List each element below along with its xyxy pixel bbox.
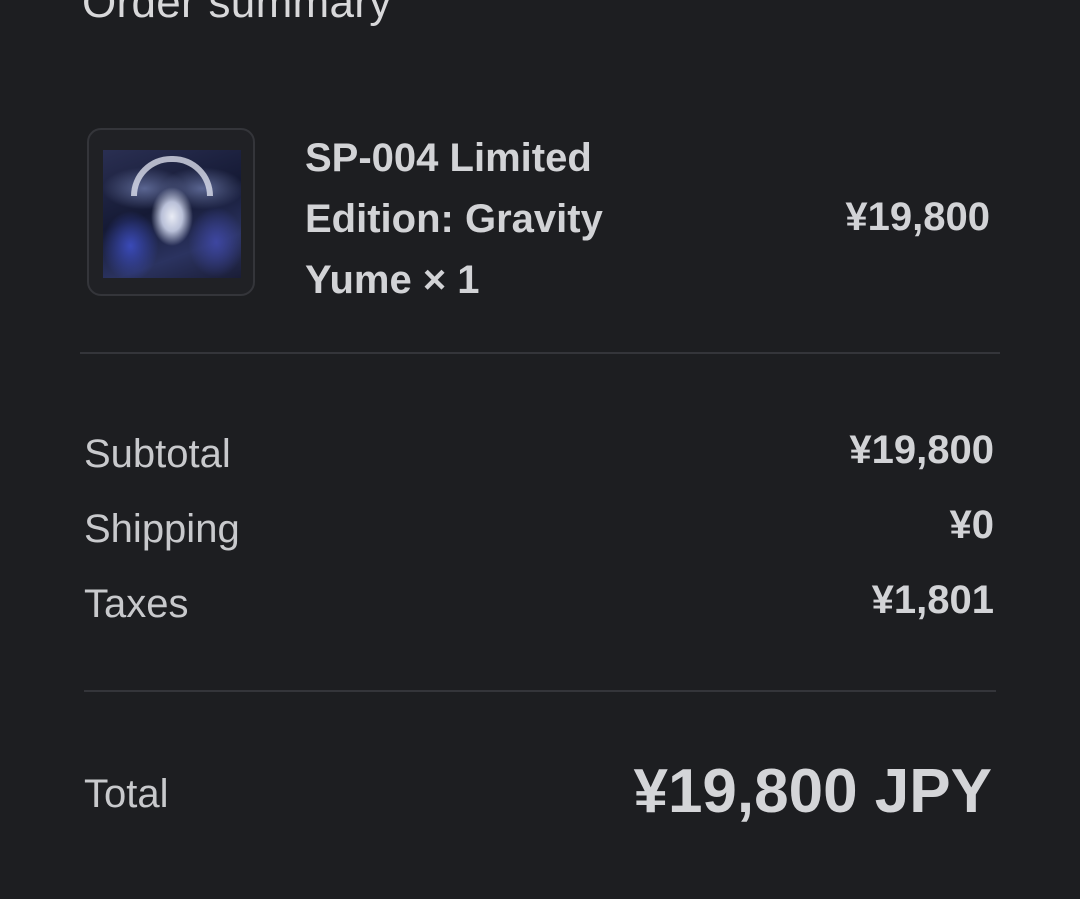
shipping-label: Shipping	[84, 507, 240, 551]
taxes-value: ¥1,801	[871, 578, 994, 622]
product-image	[103, 150, 241, 278]
subtotal-label: Subtotal	[84, 432, 231, 476]
shipping-value: ¥0	[949, 503, 995, 547]
divider	[84, 690, 996, 692]
taxes-label: Taxes	[84, 582, 189, 626]
subtotal-value: ¥19,800	[849, 428, 994, 472]
total-value: ¥19,800 JPY	[633, 757, 992, 826]
page-title: Order summary	[82, 0, 392, 27]
product-name: SP-004 Limited Edition: Gravity Yume × 1	[305, 136, 603, 302]
product-thumbnail	[87, 128, 255, 296]
total-label: Total	[84, 772, 169, 816]
divider	[80, 352, 1000, 354]
order-summary-panel: Order summary SP-004 Limited Edition: Gr…	[0, 0, 1080, 899]
product-price: ¥19,800	[845, 195, 990, 239]
